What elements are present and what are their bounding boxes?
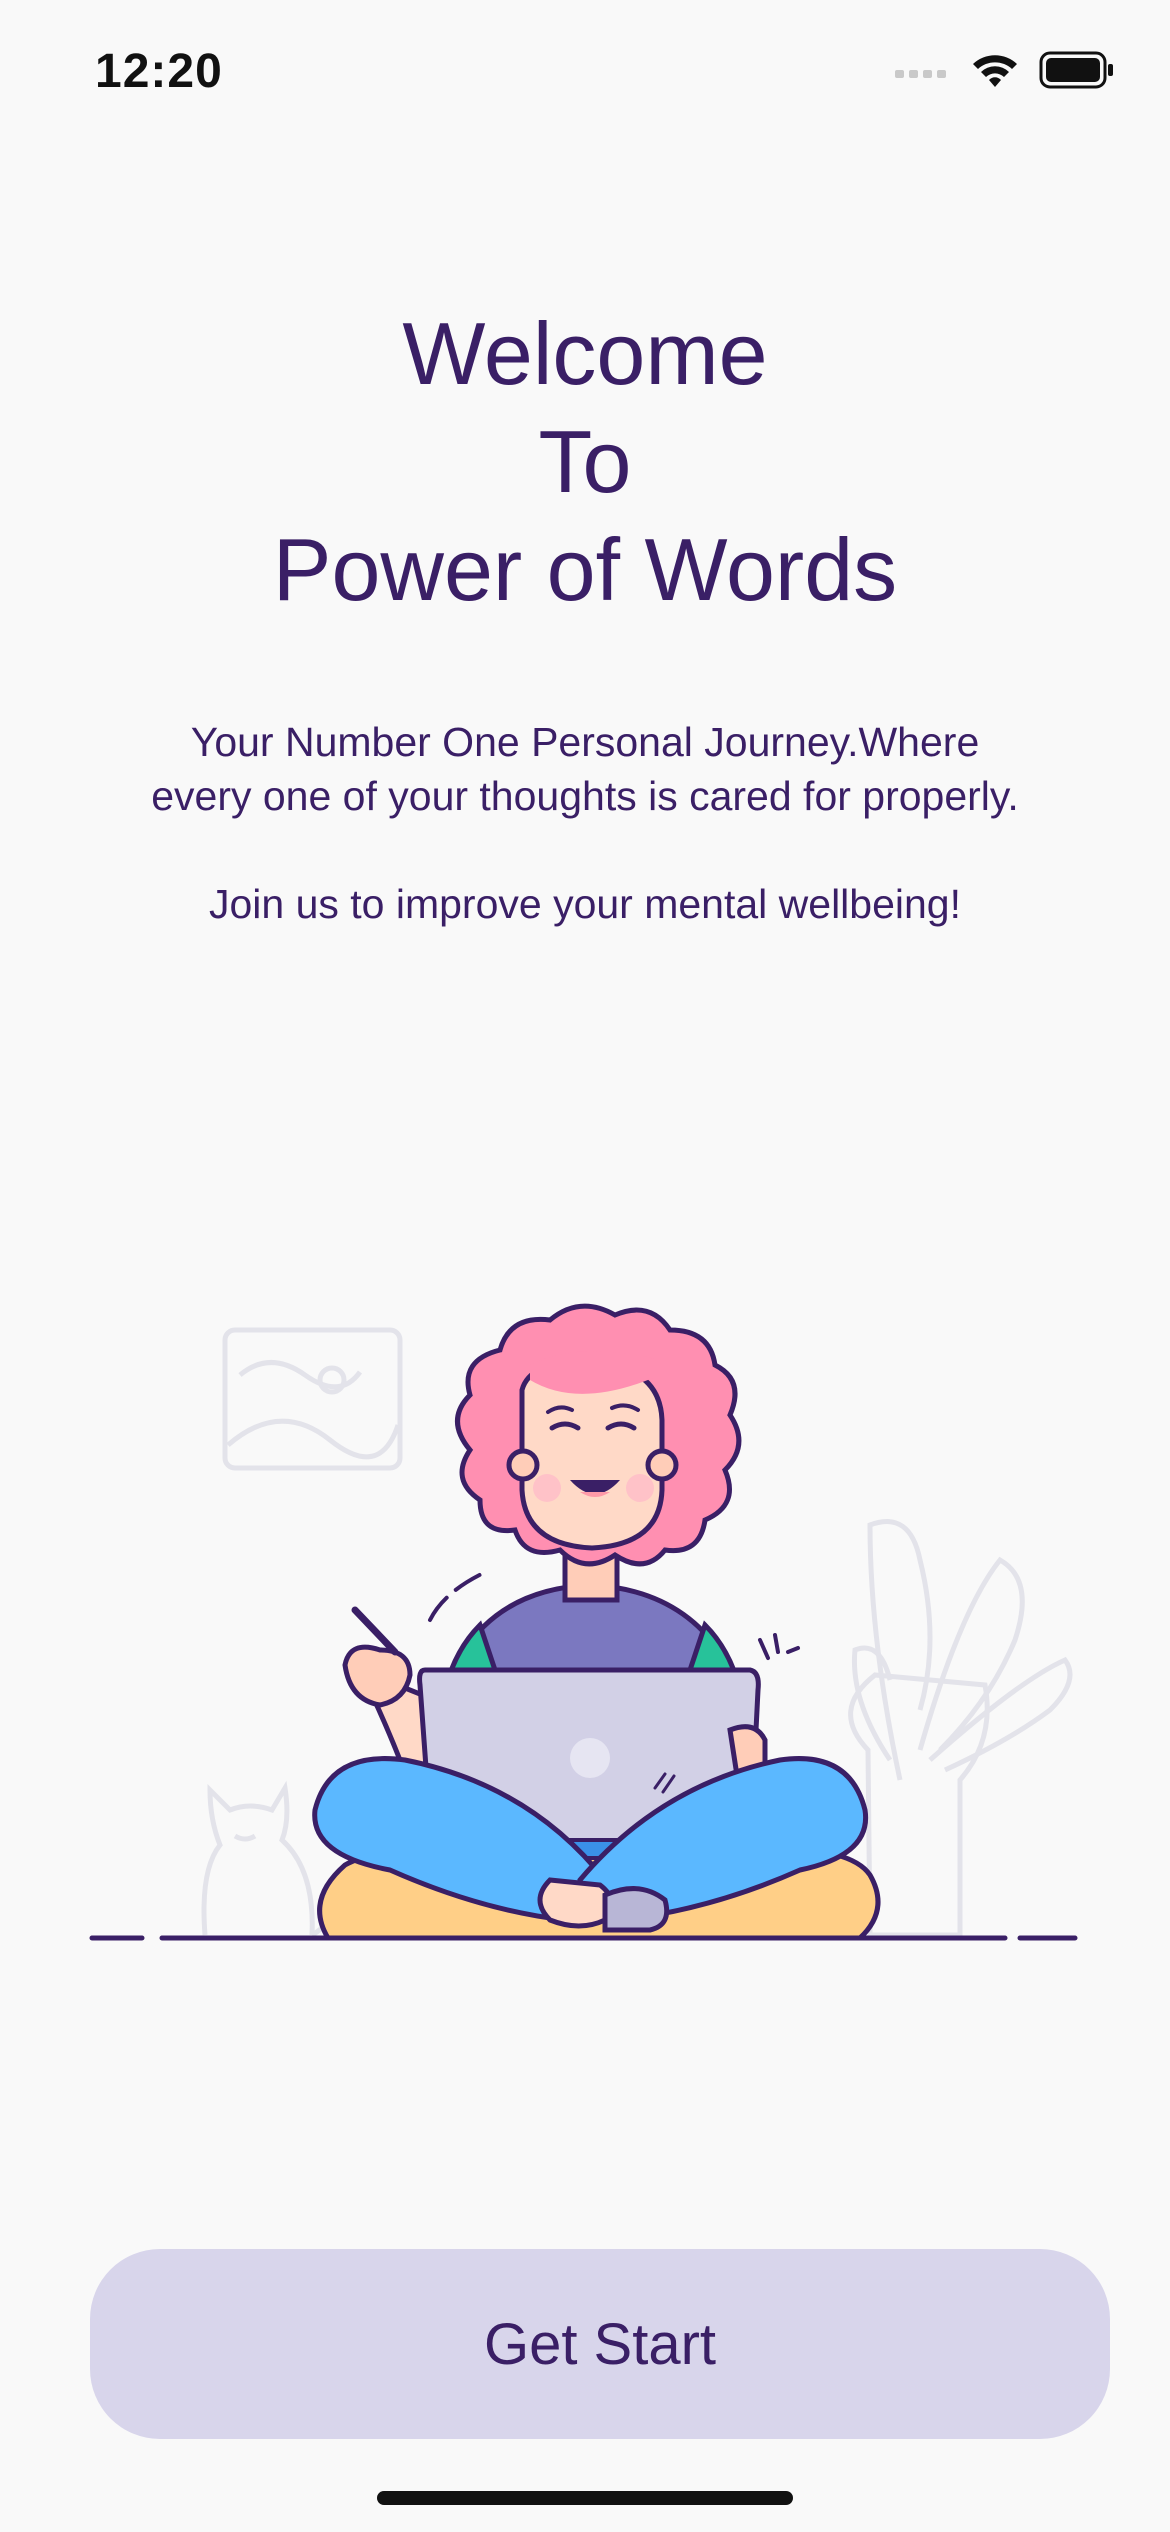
- title-line-2: To: [538, 412, 632, 511]
- home-indicator[interactable]: [377, 2491, 793, 2505]
- status-bar: 12:20: [0, 0, 1170, 140]
- status-icons: [895, 50, 1115, 90]
- title-line-1: Welcome: [402, 304, 768, 403]
- welcome-description-block: Your Number One Personal Journey.Where e…: [140, 715, 1030, 931]
- status-time: 12:20: [95, 45, 223, 98]
- person-with-laptop-illustration: [89, 1303, 1078, 1941]
- welcome-tagline: Join us to improve your mental wellbeing…: [208, 881, 962, 927]
- picture-frame-decoration: [222, 1327, 403, 1471]
- signal-icon: [895, 70, 946, 78]
- battery-icon: [1039, 51, 1113, 89]
- wifi-icon: [973, 55, 1017, 87]
- get-start-button[interactable]: Get Start: [90, 2249, 1110, 2439]
- welcome-title: Welcome To Power of Words: [0, 300, 1170, 624]
- welcome-description: Your Number One Personal Journey.Where e…: [151, 719, 1019, 819]
- title-line-3: Power of Words: [272, 520, 898, 619]
